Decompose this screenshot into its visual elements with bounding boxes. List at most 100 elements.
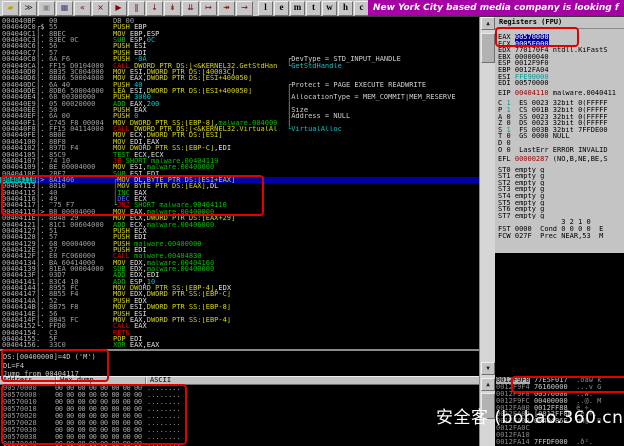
registers-pane: Registers (FPU) EAX 00570000ECX 0005E000…: [495, 17, 624, 253]
step-over-icon[interactable]: ↡: [164, 1, 181, 16]
pause-icon[interactable]: ‖: [128, 1, 145, 16]
disasm-comment: │Address = NULL: [287, 113, 350, 120]
animate-over-icon[interactable]: ↦: [200, 1, 217, 16]
fpu-register-row[interactable]: ST6 empty g: [498, 206, 624, 213]
hex-dump-pane[interactable]: 0057000000 00 00 00 00 00 00 00........0…: [0, 385, 479, 446]
info-line: DL=F4: [3, 362, 479, 371]
disasm-instruction: XOR EAX,EAX: [113, 342, 287, 349]
register-row[interactable]: EDI 00570000: [498, 80, 624, 87]
flag-row[interactable]: D 0: [498, 140, 624, 147]
disasm-comment: │AllocationType = MEM_COMMIT|MEM_RESERVE: [287, 94, 456, 101]
stack-address: 0012FA14: [496, 438, 530, 446]
flag-row[interactable]: C 1 ES 0023 32bit 0(FFFFF: [498, 100, 624, 107]
register-row[interactable]: ECX 0005E000: [498, 41, 624, 48]
scrollbar-thumb[interactable]: [481, 33, 495, 63]
vertical-scrollbar[interactable]: ▲ ▼ ▲: [479, 17, 495, 446]
cmd-c-button[interactable]: c: [354, 1, 369, 16]
disasm-prefix: .: [36, 342, 49, 349]
ad-banner: New York City based media company is loo…: [368, 0, 624, 16]
restart-icon[interactable]: ≫: [20, 1, 37, 16]
dump-row[interactable]: 0057004000 00 00 00 00 00 00 00........: [0, 441, 479, 446]
scroll-up-icon[interactable]: ▲: [481, 17, 495, 30]
flag-row[interactable]: P 1 CS 001B 32bit 0(FFFFF: [498, 107, 624, 114]
flag-value: 1: [506, 100, 510, 107]
dump-col-hex: Hex dump: [60, 377, 94, 384]
flag-value: 0: [506, 133, 510, 140]
flag-row[interactable]: S 1 FS 003B 32bit 7FFDE00: [498, 127, 624, 134]
register-row[interactable]: EBX 00000040: [498, 54, 624, 61]
flag-row[interactable]: T 0 GS 0000 NULL: [498, 133, 624, 140]
disasm-address: 00404156: [0, 342, 36, 349]
dump-col-address: Address: [3, 377, 33, 384]
eflags-value: 00000287: [515, 156, 549, 163]
close-icon[interactable]: ×: [92, 1, 109, 16]
register-value: 0012F9F0: [515, 60, 549, 67]
register-row-eip[interactable]: EIP 00404110 malware.0040411: [498, 90, 624, 97]
fpu-register-row[interactable]: ST3 empty g: [498, 186, 624, 193]
fpu-register-row[interactable]: ST2 empty g: [498, 180, 624, 187]
disasm-comment: └VirtualAlloc: [287, 126, 342, 133]
register-row[interactable]: EDX 770170F4 ntdll.KiFastS: [498, 47, 624, 54]
fpu-register-row[interactable]: ST1 empty g: [498, 173, 624, 180]
run-icon[interactable]: ▶: [110, 1, 127, 16]
flag-row[interactable]: Z 0 DS 0023 32bit 0(FFFFF: [498, 120, 624, 127]
stack-row[interactable]: 0012FA14 7FFDF000 .ð².: [496, 439, 624, 446]
flag-value: 0: [506, 140, 510, 147]
dump-address: 00570040: [0, 441, 55, 446]
disasm-row[interactable]: 00404156.33C0XOR EAX,EAX: [0, 342, 479, 348]
dump-header-separator: [55, 377, 57, 385]
step-back-icon[interactable]: «: [74, 1, 91, 16]
scroll-down-icon[interactable]: ▼: [481, 362, 495, 375]
flag-value: 0: [506, 120, 510, 127]
register-value: 0005E000: [515, 41, 549, 48]
fpu-bits-header: 3 2 1 0: [498, 219, 624, 226]
dump-col-ascii: ASCII: [150, 377, 171, 384]
cmd-e-button[interactable]: e: [274, 1, 289, 16]
flag-row[interactable]: O 0 LastErr ERROR_INVALID: [498, 147, 624, 154]
dump-ascii: ........: [147, 441, 181, 446]
attach-icon[interactable]: ▣: [38, 1, 55, 16]
open-file-icon[interactable]: ▰: [2, 1, 19, 16]
dump-bytes: 00 00 00 00 00 00 00 00: [55, 441, 147, 446]
register-row[interactable]: EAX 00570000: [498, 34, 624, 41]
disasm-comment: └GetStdHandle: [287, 63, 342, 70]
flag-value: 1: [506, 127, 510, 134]
fcw-row: FCW 027F Prec NEAR,53 M: [498, 233, 624, 240]
cmd-l-button[interactable]: l: [258, 1, 273, 16]
register-row[interactable]: ESI FFE90000: [498, 74, 624, 81]
step-into-icon[interactable]: ↓: [146, 1, 163, 16]
windows-icon[interactable]: ▦: [56, 1, 73, 16]
go-to-icon[interactable]: →: [236, 1, 253, 16]
fpu-register-row[interactable]: ST5 empty g: [498, 200, 624, 207]
flag-value: 1: [506, 107, 510, 114]
execute-till-return-icon[interactable]: ↠: [218, 1, 235, 16]
dump-header-separator: [145, 377, 147, 385]
cmd-h-button[interactable]: h: [338, 1, 353, 16]
info-line: DS:[00400000]=4D ('M'): [3, 353, 479, 362]
flag-value: 0: [506, 114, 510, 121]
animate-into-icon[interactable]: ⇊: [182, 1, 199, 16]
flag-row[interactable]: A 0 SS 0023 32bit 0(FFFFF: [498, 114, 624, 121]
stack-ascii: .ð².: [576, 438, 593, 446]
register-row[interactable]: ESP 0012F9F0: [498, 60, 624, 67]
registers-title: Registers (FPU): [495, 17, 624, 29]
scroll-up-icon[interactable]: ▲: [481, 378, 495, 391]
register-row[interactable]: EBP 0012FA04: [498, 67, 624, 74]
cmd-t-button[interactable]: t: [306, 1, 321, 16]
disassembly-pane[interactable]: 004040BF00DB 00004040C0┌$55PUSH EBP00404…: [0, 17, 479, 349]
disasm-comment: ┌Protect = PAGE_EXECUTE_READWRITE: [287, 82, 426, 89]
watermark: 安全客 (bobao.360.cn): [436, 403, 624, 428]
info-pane: DS:[00400000]=4D ('M')DL=F4Jump from 004…: [0, 349, 479, 376]
fpu-register-row[interactable]: ST0 empty g: [498, 167, 624, 174]
fpu-register-row[interactable]: ST7 empty g: [498, 213, 624, 220]
flag-value: 0: [506, 147, 510, 154]
ollydbg-window: { "toolbar": { "icons": [ {"name":"open-…: [0, 0, 624, 446]
cmd-w-button[interactable]: w: [322, 1, 337, 16]
register-value: 0012FA04: [515, 67, 549, 74]
dump-header: Address Hex dump ASCII: [0, 376, 479, 385]
register-value: 00570000: [515, 80, 549, 87]
cmd-m-button[interactable]: m: [290, 1, 305, 16]
register-value: FFE90000: [515, 74, 549, 81]
fpu-register-row[interactable]: ST4 empty g: [498, 193, 624, 200]
eflags-row[interactable]: EFL 00000287 (NO,B,NE,BE,S: [498, 156, 624, 163]
